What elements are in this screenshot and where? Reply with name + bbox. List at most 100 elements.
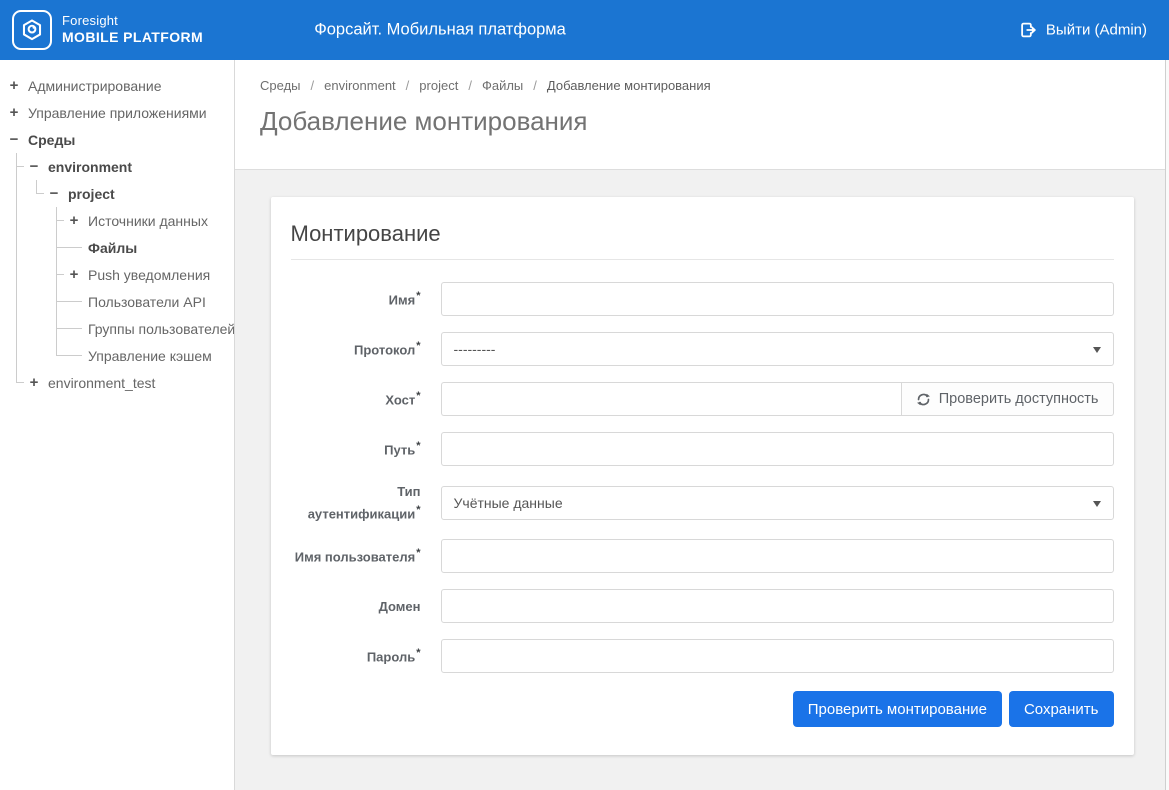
auth-type-select-value: Учётные данные [454,495,563,511]
tree-label[interactable]: Файлы [88,240,137,256]
breadcrumb-item-environments[interactable]: Среды [260,78,301,93]
tree-label[interactable]: Группы пользователей [88,321,235,337]
username-label: Имя пользователя* [291,545,421,567]
breadcrumb: Среды / environment / project / Файлы / … [260,78,1169,93]
header-bar: Foresight MOBILE PLATFORM Форсайт. Мобил… [0,0,1169,60]
required-marker: * [416,290,420,302]
auth-type-select[interactable]: Учётные данные [441,486,1114,520]
logo-line1: Foresight [62,13,203,29]
required-marker: * [416,547,420,559]
tree-row-environment-test[interactable]: + environment_test [28,369,228,396]
protocol-select[interactable]: --------- [441,332,1114,366]
required-marker: * [416,504,420,516]
tree-row-data-sources[interactable]: + Источники данных [68,207,228,234]
tree-label[interactable]: Среды [28,132,75,148]
name-input[interactable] [441,282,1114,316]
name-label: Имя* [291,288,421,310]
tree-node-project: − project + Источники данных [48,180,228,369]
breadcrumb-item-current: Добавление монтирования [547,78,711,93]
tree-row-administration[interactable]: + Администрирование [8,72,228,99]
heading-divider [291,259,1114,260]
tree-node-files: Файлы [68,234,228,261]
tree-label[interactable]: Управление кэшем [88,348,212,364]
username-input[interactable] [441,539,1114,573]
required-marker: * [416,440,420,452]
dropdown-arrow-icon [1093,501,1101,507]
password-label: Пароль* [291,645,421,667]
plus-icon[interactable]: + [8,105,20,120]
required-marker: * [416,390,420,402]
check-availability-button[interactable]: Проверить доступность [901,382,1114,416]
form-row-password: Пароль* [291,639,1114,673]
tree-label[interactable]: Администрирование [28,78,162,94]
host-label: Хост* [291,388,421,410]
nav-tree: + Администрирование + Управление приложе… [0,60,234,396]
breadcrumb-item-project[interactable]: project [419,78,458,93]
refresh-icon [916,392,931,407]
breadcrumb-item-environment[interactable]: environment [324,78,396,93]
dropdown-arrow-icon [1093,347,1101,353]
plus-icon[interactable]: + [68,267,80,282]
breadcrumb-separator: / [533,78,537,93]
tree-row-api-users[interactable]: Пользователи API [68,288,228,315]
tree-node-push-notifications: + Push уведомления [68,261,228,288]
host-input[interactable] [441,382,901,416]
tree-row-app-management[interactable]: + Управление приложениями [8,99,228,126]
plus-icon[interactable]: + [68,213,80,228]
tree-node-app-management: + Управление приложениями [8,99,228,126]
plus-icon[interactable]: + [28,375,40,390]
breadcrumb-separator: / [468,78,472,93]
tree-node-environments: − Среды − environment − pr [8,126,228,396]
mount-form-card: Монтирование Имя* Протокол* --------- [271,197,1134,755]
save-button[interactable]: Сохранить [1009,691,1114,727]
sidebar: + Администрирование + Управление приложе… [0,60,235,790]
page-header: Среды / environment / project / Файлы / … [235,60,1169,170]
tree-label[interactable]: Push уведомления [88,267,210,283]
path-input[interactable] [441,432,1114,466]
minus-icon[interactable]: − [48,186,60,201]
tree-row-files[interactable]: Файлы [68,234,228,261]
path-label: Путь* [291,438,421,460]
foresight-logo-icon [12,10,52,50]
protocol-label: Протокол* [291,338,421,360]
minus-icon[interactable]: − [28,159,40,174]
tree-row-cache-management[interactable]: Управление кэшем [68,342,228,369]
logout-button[interactable]: Выйти (Admin) [1020,22,1147,39]
form-heading: Монтирование [291,221,1114,247]
tree-label[interactable]: project [68,186,115,202]
tree-label[interactable]: environment [48,159,132,175]
breadcrumb-item-files[interactable]: Файлы [482,78,523,93]
tree-row-environments[interactable]: − Среды [8,126,228,153]
app-logo[interactable]: Foresight MOBILE PLATFORM [12,10,203,50]
minus-icon[interactable]: − [8,132,20,147]
tree-row-project[interactable]: − project [48,180,228,207]
tree-node-cache-management: Управление кэшем [68,342,228,369]
breadcrumb-separator: / [406,78,410,93]
form-row-host: Хост* [291,382,1114,416]
tree-row-environment[interactable]: − environment [28,153,228,180]
form-row-username: Имя пользователя* [291,539,1114,573]
check-availability-label: Проверить доступность [939,391,1099,407]
tree-label[interactable]: Пользователи API [88,294,206,310]
logo-line2: MOBILE PLATFORM [62,29,203,47]
password-input[interactable] [441,639,1114,673]
tree-node-administration: + Администрирование [8,72,228,99]
auth-type-label: Тип аутентификации* [291,482,421,523]
form-row-protocol: Протокол* --------- [291,332,1114,366]
tree-node-user-groups: Группы пользователей [68,315,228,342]
plus-icon[interactable]: + [8,78,20,93]
form-row-domain: Домен [291,589,1114,623]
form-actions: Проверить монтирование Сохранить [291,691,1114,727]
tree-label[interactable]: environment_test [48,375,155,391]
main-content: Среды / environment / project / Файлы / … [235,60,1169,790]
tree-label[interactable]: Управление приложениями [28,105,207,121]
check-mount-button[interactable]: Проверить монтирование [793,691,1002,727]
form-row-auth-type: Тип аутентификации* Учётные данные [291,482,1114,523]
tree-row-push-notifications[interactable]: + Push уведомления [68,261,228,288]
domain-input[interactable] [441,589,1114,623]
form-row-name: Имя* [291,282,1114,316]
vertical-scrollbar[interactable] [1165,60,1169,790]
tree-label[interactable]: Источники данных [88,213,208,229]
form-row-path: Путь* [291,432,1114,466]
tree-row-user-groups[interactable]: Группы пользователей [68,315,228,342]
